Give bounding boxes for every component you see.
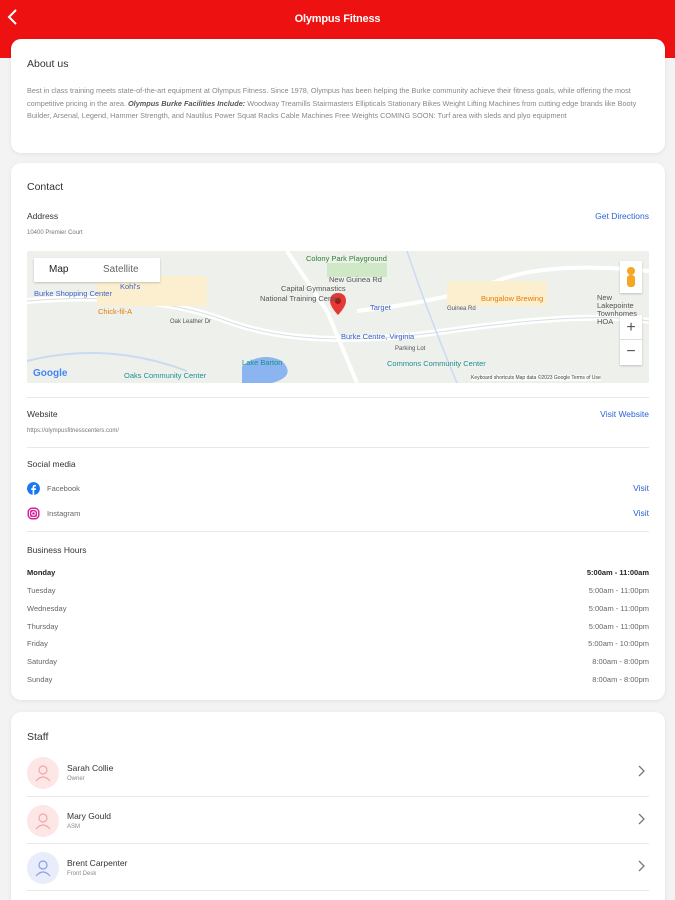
hours-time: 5:00am - 10:00pm (588, 639, 649, 648)
map-label: Capital Gymnastics (281, 284, 346, 293)
divider (27, 447, 649, 448)
hours-time: 5:00am - 11:00pm (588, 586, 649, 595)
hours-day: Monday (27, 568, 56, 577)
map[interactable]: Map Satellite + − Colony Park Playground… (27, 251, 649, 383)
map-label: Burke Centre, Virginia (341, 332, 415, 341)
map-label: New Guinea Rd (329, 275, 382, 284)
user-icon (35, 765, 51, 782)
hours-day: Tuesday (27, 586, 56, 595)
hours-time: 8:00am - 8:00pm (592, 657, 649, 666)
hours-row: Tuesday 5:00am - 11:00pm (27, 586, 649, 600)
social-media-label: Social media (27, 459, 76, 469)
about-heading: About us (27, 58, 69, 70)
staff-name: Mary Gould (67, 811, 111, 821)
map-label: Bungalow Brewing (481, 294, 544, 303)
hours-row: Sunday 8:00am - 8:00pm (27, 675, 649, 689)
map-toggle-satellite[interactable]: Satellite (103, 264, 139, 275)
hours-time: 8:00am - 8:00pm (592, 675, 649, 684)
visit-facebook-link[interactable]: Visit (633, 483, 649, 493)
map-type-toggle[interactable]: Map Satellite (34, 258, 160, 282)
hours-time: 5:00am - 11:00pm (588, 622, 649, 631)
chevron-right-icon (638, 765, 645, 777)
address-value: 10400 Premier Court (27, 230, 83, 236)
map-label: Oak Leather Dr (170, 319, 212, 325)
instagram-icon (27, 507, 40, 520)
website-value: https://olympusfitnesscenters.com/ (27, 428, 120, 434)
contact-card: Contact Address 10400 Premier Court Get … (11, 163, 665, 700)
hours-day: Wednesday (27, 604, 67, 613)
street-view-button[interactable] (620, 261, 642, 293)
hours-day: Saturday (27, 657, 58, 666)
avatar (27, 805, 59, 837)
hours-day: Friday (27, 639, 48, 648)
visit-instagram-link[interactable]: Visit (633, 508, 649, 518)
social-row-instagram: Instagram Visit (27, 505, 649, 523)
map-label: Lake Barton (242, 358, 283, 367)
staff-role: Owner (67, 776, 85, 782)
hours-row: Friday 5:00am - 10:00pm (27, 639, 649, 653)
staff-row[interactable]: Brent Carpenter Front Desk (27, 844, 649, 892)
hours-day: Thursday (27, 622, 59, 631)
staff-card: Staff Sarah Collie Owner Mary Gould ASM … (11, 712, 665, 900)
staff-heading: Staff (27, 731, 49, 743)
staff-name: Sarah Collie (67, 763, 114, 773)
divider (27, 397, 649, 398)
hours-day: Sunday (27, 675, 53, 684)
social-row-facebook: Facebook Visit (27, 480, 649, 498)
map-label: Kohl's (120, 282, 141, 291)
divider (27, 531, 649, 532)
hours-row: Wednesday 5:00am - 11:00pm (27, 604, 649, 618)
social-name: Instagram (47, 509, 81, 518)
map-label: Commons Community Center (387, 359, 486, 368)
hours-time: 5:00am - 11:00pm (588, 604, 649, 613)
staff-row[interactable]: Mary Gould ASM (27, 797, 649, 845)
map-label: Guinea Rd (447, 306, 476, 312)
map-label: Burke Shopping Center (34, 289, 112, 298)
map-label: New Lakepointe Townhomes HOA (597, 293, 638, 326)
user-icon (35, 860, 51, 877)
staff-role: ASM (67, 824, 81, 830)
website-label: Website (27, 409, 58, 419)
map-label: Target (370, 303, 391, 312)
address-label: Address (27, 211, 59, 221)
contact-heading: Contact (27, 181, 64, 193)
user-icon (35, 813, 51, 830)
get-directions-link[interactable]: Get Directions (595, 211, 649, 221)
staff-name: Brent Carpenter (67, 858, 128, 868)
map-label: National Training Center (260, 294, 341, 303)
hours-row: Saturday 8:00am - 8:00pm (27, 657, 649, 671)
divider (27, 890, 649, 891)
facebook-icon (27, 482, 40, 495)
pegman-icon (627, 267, 635, 287)
visit-website-link[interactable]: Visit Website (600, 409, 649, 419)
avatar (27, 757, 59, 789)
map-toggle-map[interactable]: Map (49, 264, 68, 275)
business-hours-label: Business Hours (27, 545, 87, 555)
map-label: Parking Lot (395, 346, 426, 352)
map-label: Colony Park Playground (306, 254, 387, 263)
social-name: Facebook (47, 484, 80, 493)
map-label: Chick-fil-A (98, 307, 133, 316)
zoom-out-button[interactable]: − (620, 340, 642, 365)
map-label: Oaks Community Center (124, 371, 207, 380)
hours-row: Monday 5:00am - 11:00am (27, 568, 649, 582)
hours-time: 5:00am - 11:00am (586, 568, 649, 577)
chevron-right-icon (638, 813, 645, 825)
google-logo: Google (33, 368, 68, 379)
avatar (27, 852, 59, 884)
hours-row: Thursday 5:00am - 11:00pm (27, 622, 649, 636)
map-footer[interactable]: Keyboard shortcuts Map data ©2023 Google… (471, 375, 601, 381)
page-title: Olympus Fitness (294, 13, 381, 25)
staff-row[interactable]: Sarah Collie Owner (27, 749, 649, 797)
chevron-right-icon (638, 860, 645, 872)
about-card: About us Best in class training meets st… (11, 39, 665, 153)
staff-role: Front Desk (67, 871, 97, 877)
about-text: Best in class training meets state-of-th… (27, 86, 637, 121)
